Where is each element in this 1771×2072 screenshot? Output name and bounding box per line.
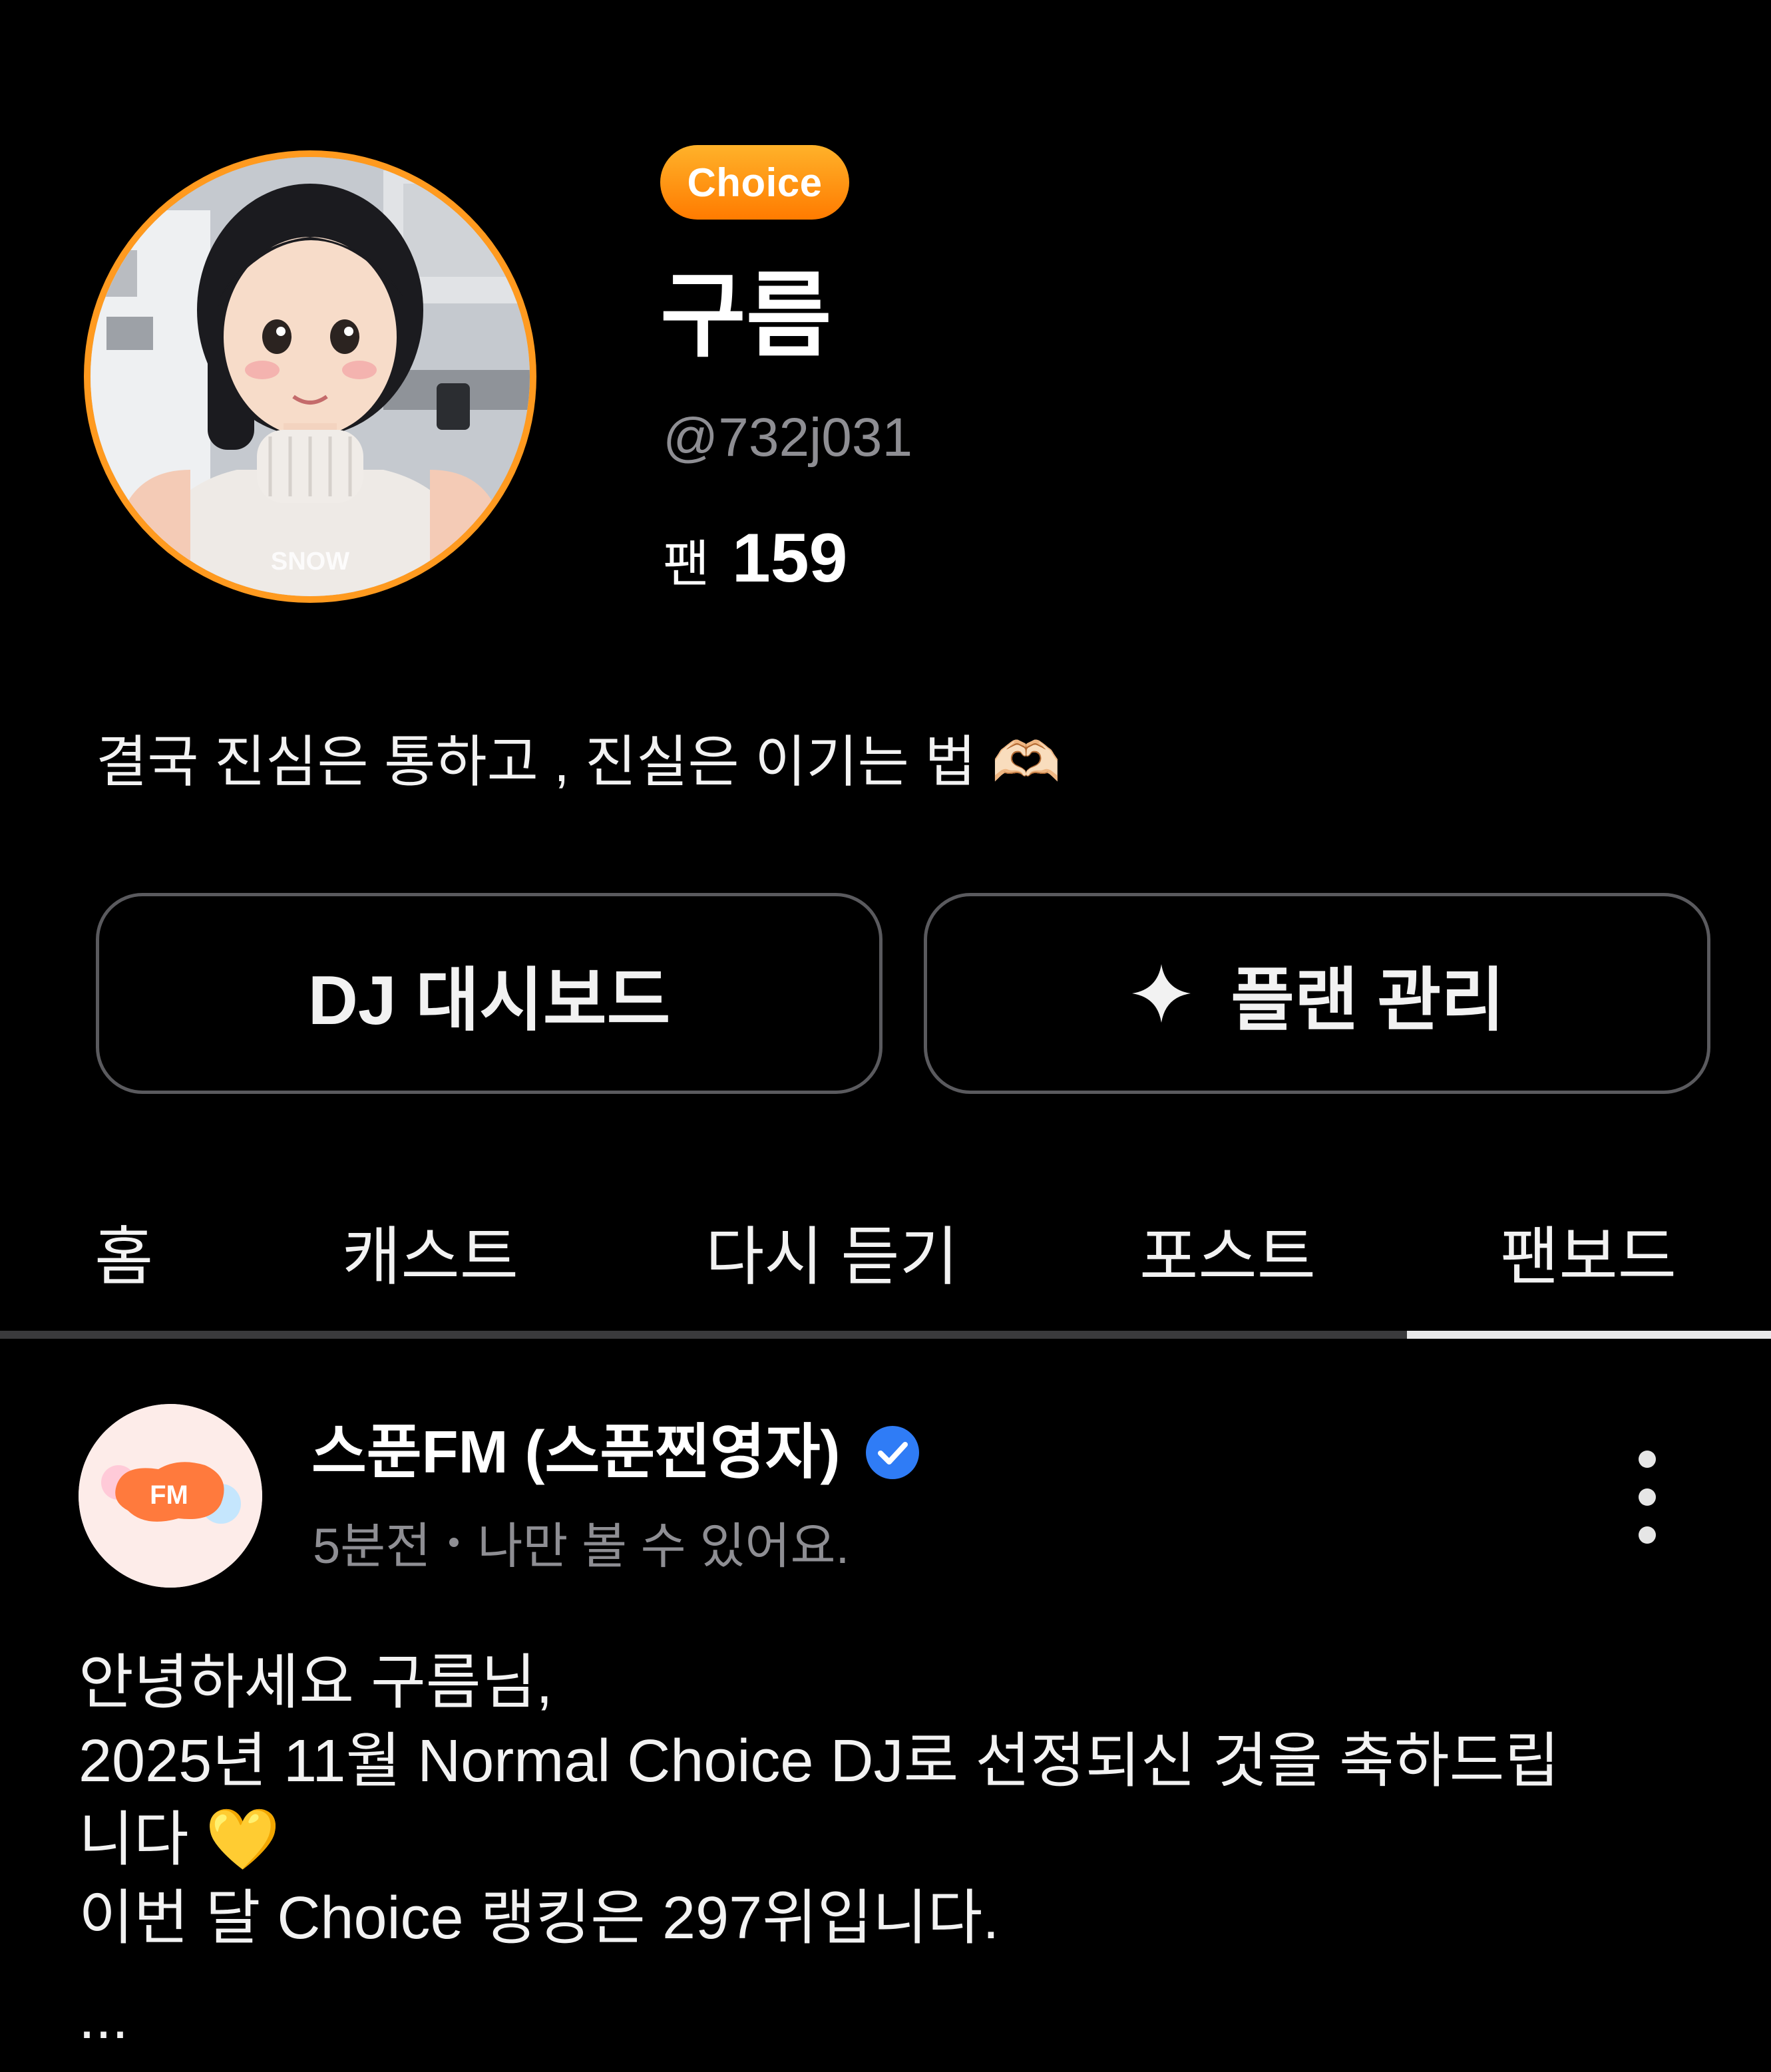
profile-bio: 결국 진심은 통하고 , 진실은 이기는 법 🫶🏻 xyxy=(96,725,1062,798)
sparkle-icon xyxy=(1132,964,1191,1023)
plan-manage-button[interactable]: 플랜 관리 xyxy=(924,893,1710,1094)
post-body: 안녕하세요 구름님, 2025년 11월 Normal Choice DJ로 선… xyxy=(79,1643,1676,1958)
tab-replay[interactable]: 다시 듣기 xyxy=(705,1218,958,1297)
profile-avatar[interactable]: SNOW xyxy=(84,150,536,603)
tab-home[interactable]: 홈 xyxy=(95,1218,153,1297)
tab-active-indicator xyxy=(1407,1331,1771,1339)
dj-dashboard-label: DJ 대시보드 xyxy=(307,961,671,1039)
verified-badge-icon xyxy=(865,1426,919,1479)
avatar-illustration: SNOW xyxy=(91,157,530,596)
fan-count: 159 xyxy=(731,520,848,597)
post-line: 이번 달 Choice 랭킹은 297위입니다. xyxy=(79,1885,1000,1952)
post-author-avatar[interactable]: FM xyxy=(79,1404,262,1588)
post-line: 니다 xyxy=(79,1807,189,1873)
post-line: 안녕하세요 구름님, xyxy=(79,1649,553,1716)
post-author[interactable]: 스푼FM (스푼찐영자) xyxy=(311,1416,920,1489)
post-line-with-emoji: 니다 💛 xyxy=(79,1801,1676,1879)
tab-cast[interactable]: 캐스트 xyxy=(342,1218,518,1297)
fan-count-row[interactable]: 팬 159 xyxy=(663,519,847,598)
meta-separator xyxy=(449,1537,459,1547)
plan-manage-label: 플랜 관리 xyxy=(1231,961,1505,1039)
dj-dashboard-button[interactable]: DJ 대시보드 xyxy=(96,893,883,1094)
tab-fanboard[interactable]: 팬보드 xyxy=(1500,1218,1676,1297)
post-visibility: 나만 볼 수 있어요. xyxy=(477,1518,850,1574)
profile-nickname: 구름 xyxy=(660,263,832,368)
post-author-name: 스푼FM (스푼찐영자) xyxy=(311,1419,841,1486)
choice-badge: Choice xyxy=(660,145,849,220)
profile-handle: @732j031 xyxy=(663,407,913,468)
post-line: 2025년 11월 Normal Choice DJ로 선정되신 것을 축하드립 xyxy=(79,1728,1560,1795)
bio-text: 결국 진심은 통하고 , 진실은 이기는 법 xyxy=(96,731,976,793)
spoon-fm-logo-icon: FM xyxy=(79,1404,262,1588)
yellow-heart-icon: 💛 xyxy=(205,1807,280,1873)
logo-text: FM xyxy=(150,1480,188,1510)
post-time: 5분전 xyxy=(313,1518,431,1574)
post-meta: 5분전 나만 볼 수 있어요. xyxy=(313,1506,849,1578)
more-options-icon[interactable] xyxy=(1624,1451,1671,1544)
tab-post[interactable]: 포스트 xyxy=(1139,1218,1316,1297)
fan-label: 팬 xyxy=(663,536,709,593)
heart-hands-icon: 🫶🏻 xyxy=(991,731,1062,793)
avatar-watermark: SNOW xyxy=(271,548,349,576)
post-more-text[interactable]: ... xyxy=(79,1982,128,2055)
